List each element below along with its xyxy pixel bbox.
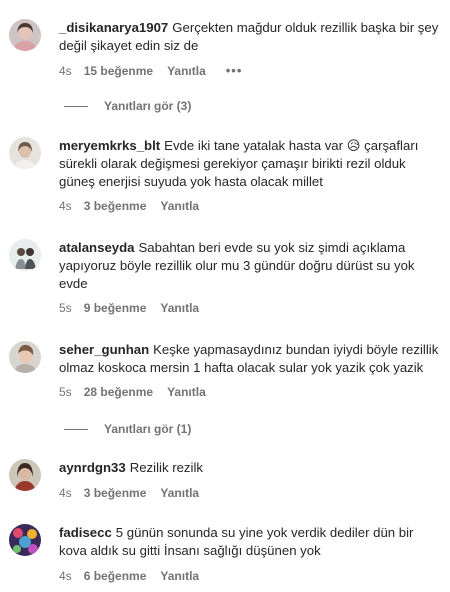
view-replies-button[interactable]: Yanıtları gör (3) [64,99,191,113]
avatar[interactable] [9,19,41,51]
reply-button[interactable]: Yanıtla [160,301,199,315]
comment-text: fadisecc 5 günün sonunda su yine yok verd… [59,524,444,560]
comment-time[interactable]: 4s [59,569,72,583]
view-replies-button[interactable]: Yanıtları gör (1) [64,422,191,436]
comment-meta: 4s 6 beğenme Yanıtla [59,569,213,583]
avatar[interactable] [9,239,41,271]
more-options-icon[interactable]: ••• [226,63,243,78]
reply-button[interactable]: Yanıtla [160,569,199,583]
comment-text: aynrdgn33 Rezilik rezilk [59,459,444,477]
comment-meta: 4s 15 beğenme Yanıtla ••• [59,63,242,78]
comment-username[interactable]: atalanseyda [59,240,135,255]
comment-time[interactable]: 4s [59,64,72,78]
comment-meta: 4s 3 beğenme Yanıtla [59,486,213,500]
avatar[interactable] [9,459,41,491]
divider-line [64,105,88,107]
reply-button[interactable]: Yanıtla [167,64,206,78]
sad-face-emoji: 😥 [346,138,361,153]
comment-time[interactable]: 5s [59,301,72,315]
reply-button[interactable]: Yanıtla [160,199,199,213]
comment-username[interactable]: aynrdgn33 [59,460,126,475]
view-replies-label: Yanıtları gör (1) [104,422,192,436]
comment-text: _disikanarya1907 Gerçekten mağdur olduk r… [59,19,444,55]
comment-username[interactable]: fadisecc [59,525,112,540]
likes-count[interactable]: 9 beğenme [84,301,147,315]
comment-body: 5 günün sonunda su yine yok verdik dedil… [59,525,414,558]
comment-username[interactable]: seher_gunhan [59,342,149,357]
divider-line [64,428,88,430]
comment-text: atalanseyda Sabahtan beri evde su yok siz… [59,239,444,293]
comment-text: meryemkrks_blt Evde iki tane yatalak hast… [59,137,444,191]
comment-text: seher_gunhan Keşke yapmasaydınız bundan i… [59,341,444,377]
avatar[interactable] [9,524,41,556]
reply-button[interactable]: Yanıtla [160,486,199,500]
comment-body: Rezilik rezilk [129,460,203,475]
reply-button[interactable]: Yanıtla [167,385,206,399]
avatar[interactable] [9,137,41,169]
likes-count[interactable]: 3 beğenme [84,199,147,213]
likes-count[interactable]: 6 beğenme [84,569,147,583]
likes-count[interactable]: 15 beğenme [84,64,153,78]
comment-meta: 5s 28 beğenme Yanıtla [59,385,220,399]
comment-time[interactable]: 4s [59,199,72,213]
likes-count[interactable]: 3 beğenme [84,486,147,500]
likes-count[interactable]: 28 beğenme [84,385,153,399]
comment-time[interactable]: 4s [59,486,72,500]
view-replies-label: Yanıtları gör (3) [104,99,192,113]
avatar[interactable] [9,341,41,373]
comment-meta: 4s 3 beğenme Yanıtla [59,199,213,213]
comment-time[interactable]: 5s [59,385,72,399]
comment-username[interactable]: meryemkrks_blt [59,138,160,153]
comment-body: Evde iki tane yatalak hasta var [164,138,344,153]
comment-meta: 5s 9 beğenme Yanıtla [59,301,213,315]
comment-username[interactable]: _disikanarya1907 [59,20,168,35]
